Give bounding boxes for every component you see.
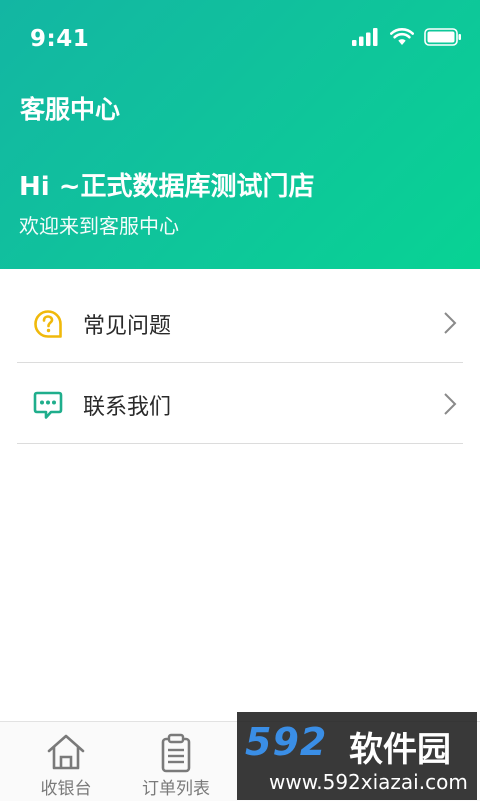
welcome-text: 欢迎来到客服中心 [19,214,179,238]
tab-label: 收银台 [40,779,92,799]
tab-order-list[interactable]: 订单列表 [126,722,226,801]
chevron-right-icon [444,312,457,334]
tab-cashier[interactable]: 收银台 [16,722,116,801]
menu-item-label: 联系我们 [83,395,172,420]
status-time: 9:41 [30,26,90,52]
clipboard-icon [161,733,191,773]
menu-item-faq[interactable]: 常见问题 [17,282,463,363]
status-icons [352,28,462,46]
message-bubble-icon [33,391,63,419]
question-bubble-icon [34,310,62,338]
watermark-logo: 592 [245,720,328,764]
chevron-right-icon [444,393,457,415]
status-bar: 9:41 [0,0,480,80]
page-title: 客服中心 [20,95,121,124]
menu-item-contact[interactable]: 联系我们 [17,363,463,444]
store-greeting: Hi ~正式数据库测试门店 [19,172,315,202]
tab-label: 订单列表 [142,779,210,799]
home-icon [47,734,85,770]
watermark-url: www.592xiazai.com [269,770,468,794]
menu-item-label: 常见问题 [83,314,172,339]
watermark-overlay: 592 软件园 www.592xiazai.com [237,712,477,800]
wifi-icon [390,28,414,45]
battery-icon [424,28,461,46]
watermark-name: 软件园 [349,730,451,770]
header: 9:41 客服中心 Hi ~正式数据库测试门店 欢迎来到客服中心 [0,0,480,269]
signal-icon [352,28,378,46]
service-menu: 常见问题 联系我们 [0,282,480,444]
